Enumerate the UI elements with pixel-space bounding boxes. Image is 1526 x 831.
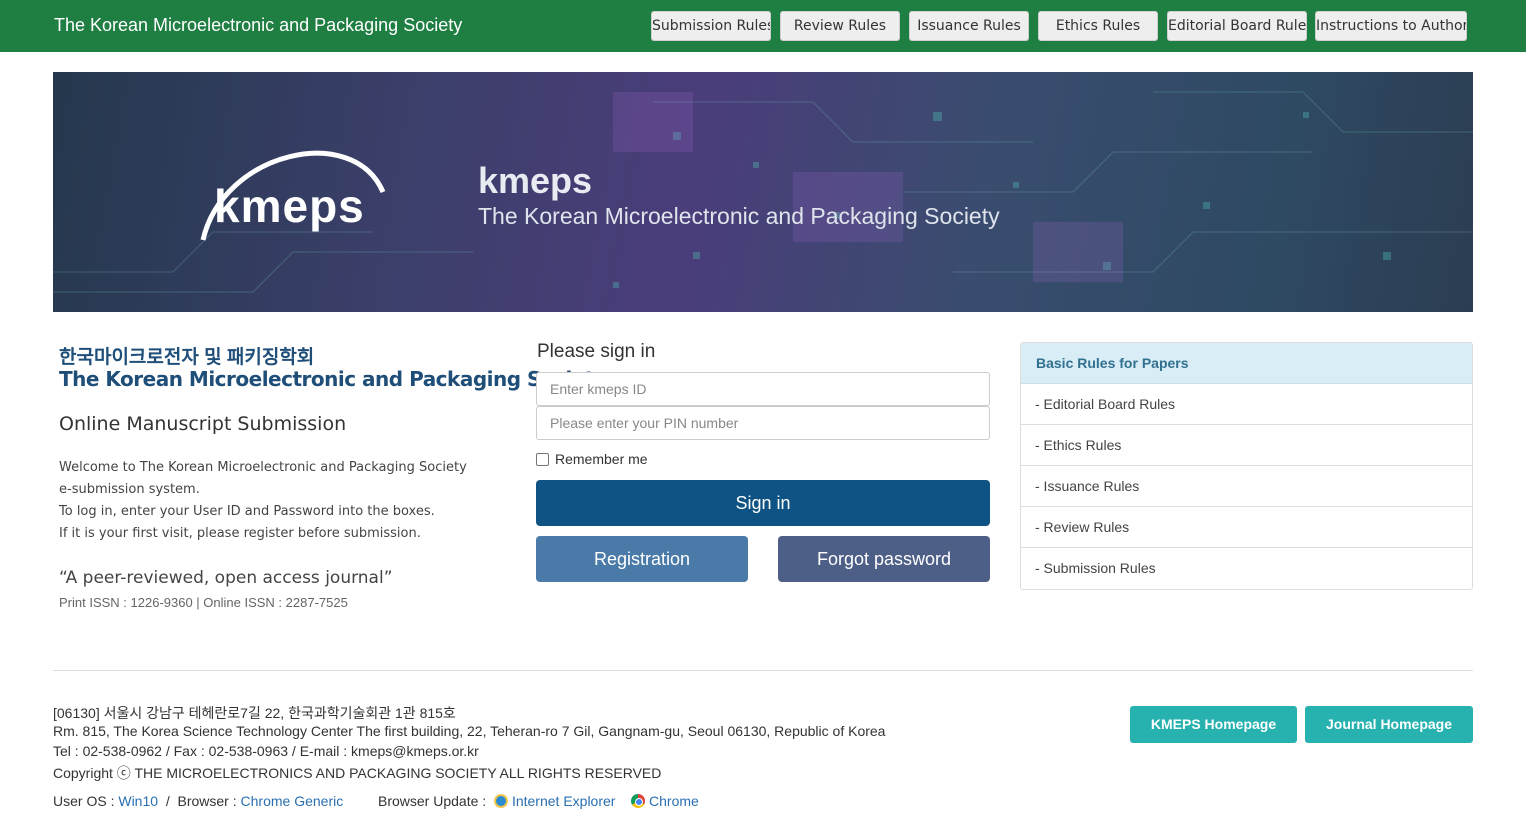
footer-contact: Tel : 02-538-0962 / Fax : 02-538-0963 / … (53, 743, 479, 759)
browser-update: Browser Update : Internet Explorer Chrom… (378, 793, 699, 809)
issn-info: Print ISSN : 1226-9360 | Online ISSN : 2… (59, 595, 348, 610)
os-label: User OS : (53, 793, 115, 809)
internet-explorer-link[interactable]: Internet Explorer (512, 793, 616, 809)
nav-review-rules[interactable]: Review Rules (780, 11, 900, 41)
nav-issuance-rules[interactable]: Issuance Rules (909, 11, 1029, 41)
kmeps-logo: kmeps (214, 180, 365, 232)
registration-button[interactable]: Registration (536, 536, 748, 582)
nav-submission-rules[interactable]: Submission Rules (651, 11, 771, 41)
rule-review[interactable]: - Review Rules (1021, 507, 1472, 548)
footer-address-english: Rm. 815, The Korea Science Technology Ce… (53, 723, 886, 739)
welcome-line-1: Welcome to The Korean Microelectronic an… (59, 460, 467, 497)
forgot-password-button[interactable]: Forgot password (778, 536, 990, 582)
journal-homepage-button[interactable]: Journal Homepage (1305, 706, 1473, 743)
os-value: Win10 (118, 793, 159, 809)
user-environment: User OS : Win10 / Browser : Chrome Gener… (53, 793, 343, 809)
nav-instructions-to-authors[interactable]: Instructions to Authors (1315, 11, 1467, 41)
rule-submission[interactable]: - Submission Rules (1021, 548, 1472, 589)
basic-rules-panel: Basic Rules for Papers - Editorial Board… (1020, 342, 1473, 590)
welcome-line-2: To log in, enter your User ID and Passwo… (59, 504, 435, 519)
basic-rules-title: Basic Rules for Papers (1021, 343, 1472, 384)
banner-subtitle: The Korean Microelectronic and Packaging… (478, 203, 1000, 229)
welcome-text: Welcome to The Korean Microelectronic an… (59, 457, 479, 545)
journal-quote: “A peer-reviewed, open access journal” (59, 568, 393, 588)
rule-ethics[interactable]: - Ethics Rules (1021, 425, 1472, 466)
society-title-english: The Korean Microelectronic and Packaging… (59, 367, 607, 391)
rule-editorial-board[interactable]: - Editorial Board Rules (1021, 384, 1472, 425)
remember-me-label: Remember me (555, 451, 648, 467)
society-title-korean: 한국마이크로전자 및 패키징학회 (59, 347, 315, 368)
env-separator: / (165, 793, 170, 809)
online-submission-heading: Online Manuscript Submission (59, 413, 347, 435)
internet-explorer-icon (493, 794, 508, 808)
banner-brand: kmeps (478, 160, 593, 201)
signin-title: Please sign in (537, 341, 656, 362)
kmeps-homepage-button[interactable]: KMEPS Homepage (1130, 706, 1297, 743)
browser-label: Browser : (177, 793, 237, 809)
pin-input[interactable] (536, 406, 990, 440)
signin-button[interactable]: Sign in (536, 480, 990, 526)
rule-issuance[interactable]: - Issuance Rules (1021, 466, 1472, 507)
kmeps-id-input[interactable] (536, 372, 990, 406)
chrome-link[interactable]: Chrome (649, 793, 699, 809)
nav-editorial-board-rules[interactable]: Editorial Board Rules (1167, 11, 1307, 41)
chrome-icon (631, 794, 646, 808)
site-title[interactable]: The Korean Microelectronic and Packaging… (54, 15, 462, 36)
footer-divider (53, 670, 1473, 671)
footer-copyright: Copyright ⓒ THE MICROELECTRONICS AND PAC… (53, 765, 662, 781)
footer-address-korean: [06130] 서울시 강남구 테헤란로7길 22, 한국과학기술회관 1관 8… (53, 705, 456, 721)
browser-update-label: Browser Update : (378, 793, 487, 809)
header-banner: kmeps kmeps The Korean Microelectronic a… (53, 72, 1473, 312)
nav-ethics-rules[interactable]: Ethics Rules (1038, 11, 1158, 41)
welcome-line-3: If it is your first visit, please regist… (59, 526, 421, 541)
remember-me-checkbox[interactable] (536, 453, 549, 466)
remember-me[interactable]: Remember me (536, 451, 648, 467)
browser-value: Chrome Generic (240, 793, 344, 809)
